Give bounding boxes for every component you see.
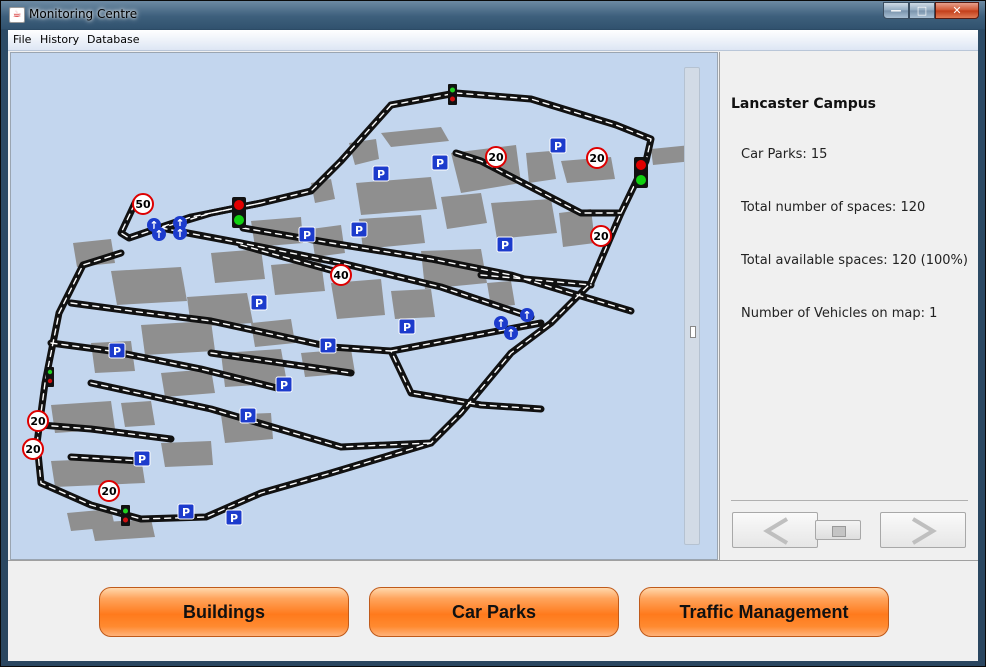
info-panel: Lancaster Campus Car Parks: 15 Total num… xyxy=(719,52,978,560)
car-park-marker[interactable]: P xyxy=(549,137,567,154)
menu-database[interactable]: Database xyxy=(87,33,140,46)
chevron-left-icon xyxy=(763,517,789,545)
title-bar: ☕ Monitoring Centre — □ ✕ xyxy=(1,1,985,29)
bottom-toolbar: Buildings Car Parks Traffic Management xyxy=(8,560,978,661)
speed-limit-sign[interactable]: 20 xyxy=(98,480,120,502)
campus-title: Lancaster Campus xyxy=(731,96,877,112)
speed-limit-label: 40 xyxy=(333,269,349,282)
window-title: Monitoring Centre xyxy=(29,7,138,21)
stop-icon xyxy=(832,526,846,537)
stat-available-spaces: Total available spaces: 120 (100%) xyxy=(741,253,968,268)
campus-map[interactable]: ↑ ↑ ↑ ↑ ↑ ↑ ↑ 20 20 20 50 40 20 20 20 P … xyxy=(10,52,718,560)
traffic-management-button[interactable]: Traffic Management xyxy=(639,587,889,637)
car-park-label: P xyxy=(303,229,311,242)
speed-limit-sign[interactable]: 20 xyxy=(485,146,507,168)
car-park-label: P xyxy=(113,345,121,358)
speed-limit-sign[interactable]: 20 xyxy=(586,147,608,169)
stop-button[interactable] xyxy=(815,520,861,540)
stat-car-parks: Car Parks: 15 xyxy=(741,147,828,162)
car-park-marker[interactable]: P xyxy=(108,342,126,359)
java-cup-icon: ☕ xyxy=(9,7,25,23)
stat-vehicles: Number of Vehicles on map: 1 xyxy=(741,306,938,321)
svg-text:↑: ↑ xyxy=(154,228,163,241)
car-park-label: P xyxy=(244,410,252,423)
maximize-icon[interactable]: □ xyxy=(909,2,935,19)
speed-limit-sign[interactable]: 20 xyxy=(590,225,612,247)
speed-limit-label: 20 xyxy=(589,152,605,165)
car-park-marker[interactable]: P xyxy=(239,407,257,424)
buildings-layer xyxy=(51,127,693,541)
panel-divider xyxy=(731,500,968,501)
car-park-label: P xyxy=(436,157,444,170)
next-button[interactable] xyxy=(880,512,966,548)
client-area: File History Database ↑ ↑ ↑ ↑ ↑ ↑ ↑ 20 2… xyxy=(8,30,978,661)
car-park-marker[interactable]: P xyxy=(177,503,195,520)
speed-limit-label: 20 xyxy=(593,230,609,243)
speed-limit-label: 20 xyxy=(30,415,46,428)
menu-bar: File History Database xyxy=(8,30,978,51)
car-park-marker[interactable]: P xyxy=(319,337,337,354)
close-icon[interactable]: ✕ xyxy=(935,2,979,19)
speed-limit-label: 20 xyxy=(101,485,117,498)
car-park-label: P xyxy=(377,168,385,181)
car-park-label: P xyxy=(255,297,263,310)
pedestrian-light-icon[interactable] xyxy=(46,367,54,387)
car-park-label: P xyxy=(138,453,146,466)
app-window: ☕ Monitoring Centre — □ ✕ File History D… xyxy=(0,0,986,667)
car-park-marker[interactable]: P xyxy=(225,509,243,526)
pedestrian-light-icon[interactable] xyxy=(448,84,457,105)
car-park-marker[interactable]: P xyxy=(298,226,316,243)
svg-text:↑: ↑ xyxy=(506,327,515,340)
car-park-marker[interactable]: P xyxy=(398,318,416,335)
chevron-right-icon xyxy=(911,517,937,545)
car-park-label: P xyxy=(182,506,190,519)
car-park-label: P xyxy=(403,321,411,334)
svg-text:↑: ↑ xyxy=(175,227,184,240)
car-park-marker[interactable]: P xyxy=(250,294,268,311)
prev-button[interactable] xyxy=(732,512,818,548)
car-park-label: P xyxy=(554,140,562,153)
car-park-label: P xyxy=(324,340,332,353)
car-park-label: P xyxy=(280,379,288,392)
stat-total-spaces: Total number of spaces: 120 xyxy=(741,200,926,215)
scrollbar-thumb[interactable] xyxy=(690,326,696,338)
speed-limit-label: 50 xyxy=(135,198,151,211)
car-park-marker[interactable]: P xyxy=(431,154,449,171)
car-park-label: P xyxy=(230,512,238,525)
car-park-marker[interactable]: P xyxy=(496,236,514,253)
speed-limit-sign[interactable]: 40 xyxy=(330,264,352,286)
car-park-label: P xyxy=(355,224,363,237)
speed-limit-label: 20 xyxy=(25,443,41,456)
speed-limit-label: 20 xyxy=(488,151,504,164)
car-park-label: P xyxy=(501,239,509,252)
menu-history[interactable]: History xyxy=(40,33,79,46)
map-zoom-scrollbar[interactable] xyxy=(684,67,700,545)
minimize-icon[interactable]: — xyxy=(883,2,909,19)
traffic-light-icon[interactable] xyxy=(634,157,648,188)
car-park-marker[interactable]: P xyxy=(372,165,390,182)
pedestrian-light-icon[interactable] xyxy=(121,505,130,526)
traffic-light-icon[interactable] xyxy=(232,197,246,228)
svg-text:↑: ↑ xyxy=(522,309,531,322)
speed-limit-sign[interactable]: 50 xyxy=(132,193,154,215)
svg-text:↑: ↑ xyxy=(496,317,505,330)
car-parks-button[interactable]: Car Parks xyxy=(369,587,619,637)
car-park-marker[interactable]: P xyxy=(133,450,151,467)
speed-limit-sign[interactable]: 20 xyxy=(22,438,44,460)
car-park-marker[interactable]: P xyxy=(350,221,368,238)
buildings-button[interactable]: Buildings xyxy=(99,587,349,637)
car-park-marker[interactable]: P xyxy=(275,376,293,393)
speed-limit-sign[interactable]: 20 xyxy=(27,410,49,432)
menu-file[interactable]: File xyxy=(13,33,31,46)
map-canvas[interactable]: ↑ ↑ ↑ ↑ ↑ ↑ ↑ 20 20 20 50 40 20 20 20 P … xyxy=(11,53,718,560)
